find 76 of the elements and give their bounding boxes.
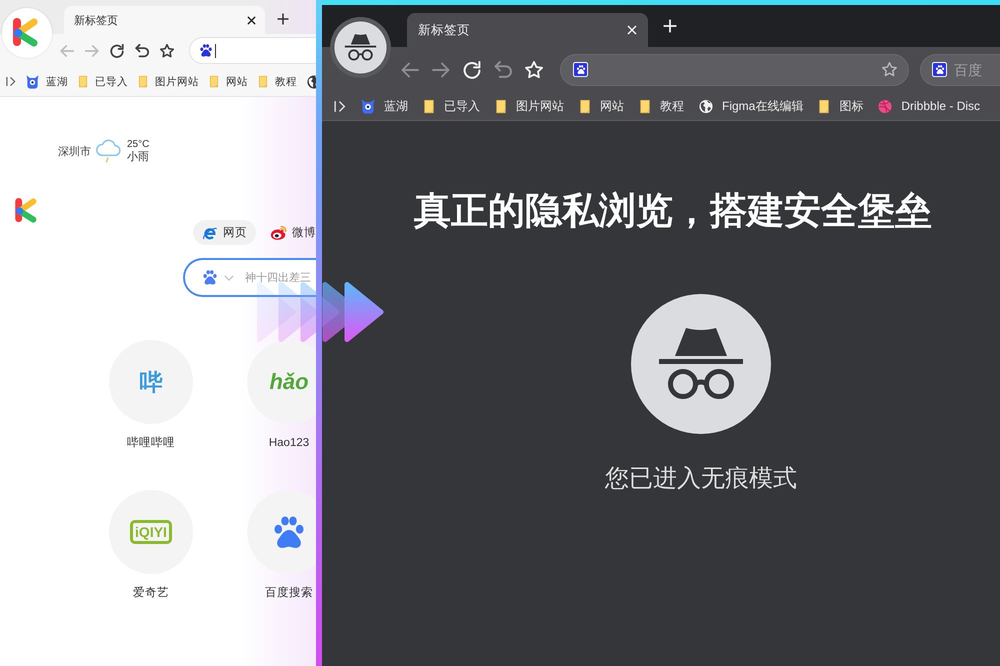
bookmark-link[interactable]: 已导入 (78, 74, 128, 88)
bookmark-link[interactable]: Dribbble - Disc (878, 98, 980, 114)
bookmark-link[interactable]: 网站 (209, 74, 248, 88)
shortcut-label: 百度搜索 (265, 586, 313, 601)
folder-icon (209, 75, 219, 88)
folder-icon (579, 98, 591, 114)
eye-waves-icon (270, 224, 287, 240)
star-icon (160, 44, 174, 58)
star-icon (525, 60, 543, 78)
bookmark-link[interactable]: 已导入 (423, 98, 480, 114)
paw-icon (200, 44, 212, 57)
bookmark-link[interactable]: 教程 (639, 98, 684, 114)
cloud-rain-icon (96, 139, 122, 163)
bookmark-link[interactable]: 教程 (258, 74, 297, 88)
arrow-right-icon (85, 44, 99, 58)
folder-icon (138, 75, 148, 88)
browser-tab[interactable]: 新标签页 (64, 6, 265, 34)
reload-button[interactable] (110, 44, 124, 58)
reload-icon (110, 44, 124, 58)
paw-icon (573, 62, 588, 77)
bookmark-link[interactable]: 图片网站 (138, 74, 199, 88)
logo-text: iQIYI (130, 520, 172, 544)
mascot-icon (26, 74, 39, 88)
headline: 真正的隐私浏览，搭建安全堡垒 (414, 189, 932, 233)
undo-button[interactable] (135, 44, 149, 58)
folder-icon (495, 98, 507, 114)
ball-icon (878, 98, 892, 114)
arrow-right-icon (432, 60, 450, 78)
folder-icon (258, 75, 268, 88)
weather-condition: 小雨 (127, 151, 150, 164)
bookmark-star-button[interactable] (160, 44, 174, 58)
bar-chevron-icon[interactable] (6, 76, 16, 87)
text-cursor-icon (215, 44, 216, 58)
close-icon (627, 25, 637, 35)
folder-icon (78, 75, 88, 88)
arrow-left-icon (401, 60, 419, 78)
shortcut-label: Hao123 (268, 436, 310, 451)
globe-icon (699, 98, 713, 114)
bookmark-link[interactable]: 蓝湖 (26, 74, 68, 88)
new-tab-button[interactable] (277, 13, 289, 25)
undo-icon (494, 60, 512, 78)
reload-icon (463, 60, 481, 78)
paw-icon (203, 270, 217, 285)
folder-icon (423, 98, 435, 114)
bookmark-link[interactable]: Figma在线编辑 (699, 98, 804, 114)
paw-icon (932, 62, 947, 77)
search-field[interactable]: 百度 (920, 54, 1000, 86)
bookmark-link[interactable]: 网站 (579, 98, 624, 114)
plus-icon (277, 13, 289, 25)
weather-city: 深圳市 (58, 144, 91, 158)
star-icon[interactable] (882, 62, 897, 77)
search-tab[interactable]: 网页 (193, 220, 256, 245)
triangle-arrow-icon (344, 282, 384, 342)
browser-tab[interactable]: 新标签页 (407, 13, 648, 47)
shortcut-label: 爱奇艺 (133, 586, 169, 601)
folder-icon (639, 98, 651, 114)
bookmark-link[interactable]: 蓝湖 (361, 98, 408, 114)
plus-icon (663, 19, 677, 33)
arrow-left-icon (60, 44, 74, 58)
mascot-icon (361, 98, 375, 114)
undo-icon (135, 44, 149, 58)
incognito-message: 您已进入无痕模式 (605, 464, 797, 494)
address-field[interactable] (560, 54, 909, 86)
paw-icon (274, 516, 304, 548)
bookmark-link[interactable]: 图标 (818, 98, 864, 114)
weather-temperature: 25°C (127, 138, 150, 151)
bookmark-link[interactable]: 图片网站 (495, 98, 564, 114)
logo-text: hǎo (269, 369, 309, 395)
shortcut-label: 哔哩哔哩 (127, 436, 175, 451)
folder-icon (818, 98, 830, 114)
close-icon (247, 16, 256, 24)
letter-k-logo-icon (15, 198, 37, 223)
hat-glasses-icon (631, 294, 771, 434)
search-field[interactable]: 神十四出差三 (183, 258, 316, 297)
close-tab-button[interactable] (247, 16, 256, 24)
logo-text: 哔 (140, 368, 162, 396)
